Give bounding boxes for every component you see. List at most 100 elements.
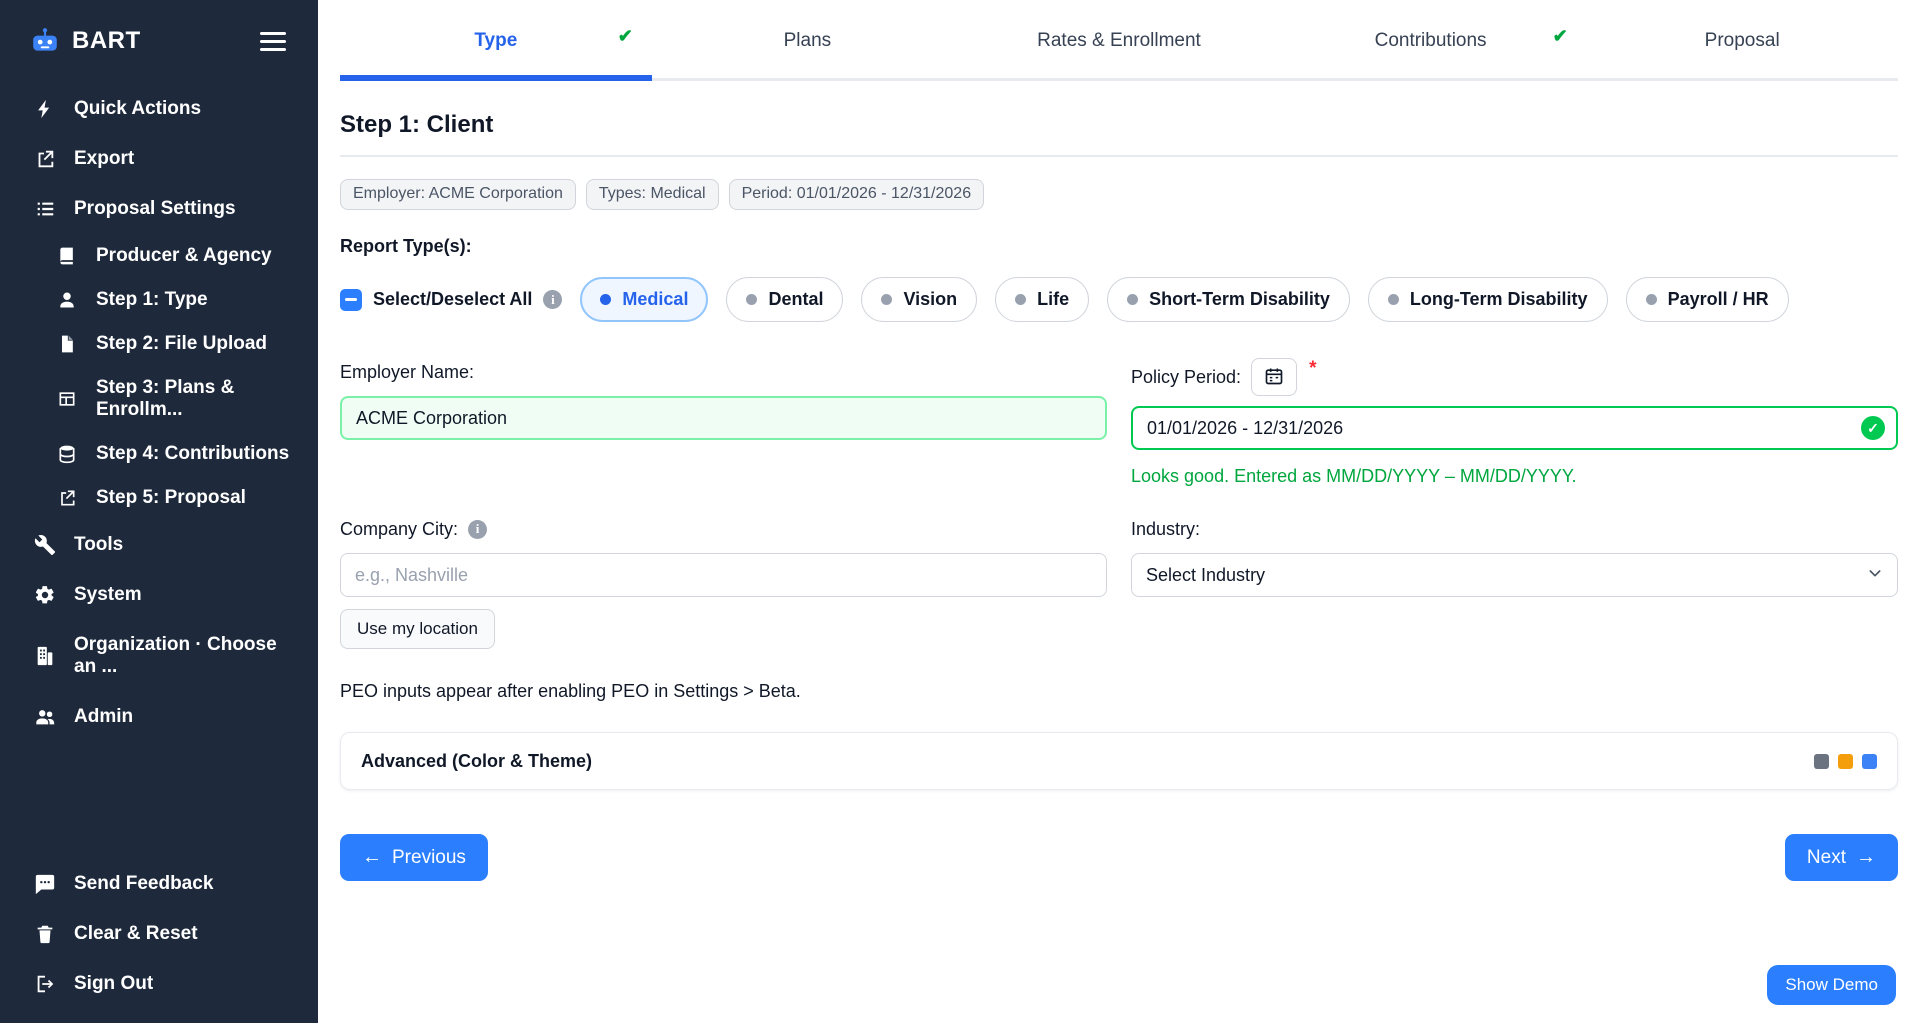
building-icon [32, 645, 58, 667]
report-type-short-term-disability[interactable]: Short-Term Disability [1107, 277, 1350, 322]
gear-icon [32, 584, 58, 606]
arrow-left-icon: ← [362, 846, 382, 869]
sidebar-footer-nav: Send Feedback Clear & Reset Sign Out [0, 859, 318, 1023]
page-title: Step 1: Client [340, 111, 1898, 139]
employer-name-field-group: Employer Name: [340, 358, 1107, 487]
previous-button-label: Previous [392, 847, 466, 869]
pill-label: Vision [903, 289, 957, 310]
pill-label: Dental [768, 289, 823, 310]
sidebar: BART Quick Actions Export Proposal Setti… [0, 0, 318, 1023]
sidebar-item-step1-type[interactable]: Step 1: Type [0, 278, 318, 322]
sidebar-item-proposal-settings[interactable]: Proposal Settings [0, 184, 318, 234]
brand-name: BART [72, 27, 141, 55]
tab-proposal[interactable]: Proposal [1586, 16, 1898, 78]
valid-check-icon: ✓ [1861, 416, 1885, 440]
industry-select[interactable]: Select Industry [1131, 553, 1898, 597]
tab-plans[interactable]: Plans [652, 16, 964, 78]
industry-field-group: Industry: Select Industry [1131, 515, 1898, 649]
policy-period-input-wrap: ✓ [1131, 406, 1898, 450]
tab-label: Contributions [1375, 30, 1487, 51]
report-type-long-term-disability[interactable]: Long-Term Disability [1368, 277, 1608, 322]
info-icon[interactable]: i [543, 290, 562, 309]
next-button-label: Next [1807, 847, 1846, 869]
sidebar-item-label: Step 1: Type [96, 289, 208, 311]
sidebar-item-export[interactable]: Export [0, 134, 318, 184]
wrench-icon [32, 534, 58, 556]
show-demo-button[interactable]: Show Demo [1767, 965, 1896, 1005]
sidebar-item-label: Organization · Choose an ... [74, 634, 302, 678]
radio-dot-icon [746, 294, 757, 305]
select-all-checkbox[interactable] [340, 289, 362, 311]
sidebar-item-label: Proposal Settings [74, 198, 236, 220]
sidebar-item-clear-reset[interactable]: Clear & Reset [0, 909, 318, 959]
sidebar-item-tools[interactable]: Tools [0, 520, 318, 570]
period-chip: Period: 01/01/2026 - 12/31/2026 [729, 179, 985, 210]
sidebar-item-step2-file-upload[interactable]: Step 2: File Upload [0, 322, 318, 366]
next-button[interactable]: Next → [1785, 834, 1898, 881]
report-type-vision[interactable]: Vision [861, 277, 977, 322]
info-icon[interactable]: i [468, 520, 487, 539]
sidebar-item-step5-proposal[interactable]: Step 5: Proposal [0, 476, 318, 520]
calendar-button[interactable] [1251, 358, 1297, 396]
report-type-payroll-hr[interactable]: Payroll / HR [1626, 277, 1789, 322]
report-type-dental[interactable]: Dental [726, 277, 843, 322]
employer-name-input[interactable] [340, 396, 1107, 440]
pill-label: Short-Term Disability [1149, 289, 1330, 310]
hamburger-menu-icon[interactable] [256, 28, 290, 55]
client-form: Employer Name: Policy Period: * ✓ [340, 358, 1898, 649]
sidebar-item-label: Quick Actions [74, 98, 201, 120]
sidebar-item-step4-contributions[interactable]: Step 4: Contributions [0, 432, 318, 476]
sidebar-item-label: Step 4: Contributions [96, 443, 289, 465]
pill-label: Payroll / HR [1668, 289, 1769, 310]
people-icon [32, 706, 58, 728]
sidebar-item-step3-plans-enrollment[interactable]: Step 3: Plans & Enrollm... [0, 366, 318, 432]
main-content: Type ✔ Plans Rates & Enrollment Contribu… [318, 0, 1920, 1023]
policy-period-input[interactable] [1131, 406, 1898, 450]
chevron-down-icon [1867, 565, 1883, 586]
sidebar-item-system[interactable]: System [0, 570, 318, 620]
sidebar-header: BART [0, 0, 318, 84]
sidebar-item-organization[interactable]: Organization · Choose an ... [0, 620, 318, 692]
sidebar-item-label: Tools [74, 534, 123, 556]
lightning-icon [32, 98, 58, 120]
app-window: BART Quick Actions Export Proposal Setti… [0, 0, 1920, 1023]
tab-contributions[interactable]: Contributions ✔ [1275, 16, 1587, 78]
tab-rates-enrollment[interactable]: Rates & Enrollment [963, 16, 1275, 78]
use-my-location-button[interactable]: Use my location [340, 609, 495, 649]
advanced-color-theme-accordion[interactable]: Advanced (Color & Theme) [340, 732, 1898, 790]
required-asterisk: * [1309, 358, 1316, 380]
sidebar-item-label: Step 3: Plans & Enrollm... [96, 377, 302, 421]
radio-dot-icon [881, 294, 892, 305]
check-icon: ✔ [1553, 26, 1568, 47]
employer-name-label: Employer Name: [340, 358, 1107, 386]
report-type-life[interactable]: Life [995, 277, 1089, 322]
sidebar-item-send-feedback[interactable]: Send Feedback [0, 859, 318, 909]
company-city-input[interactable] [340, 553, 1107, 597]
sidebar-item-label: Admin [74, 706, 133, 728]
report-type-medical[interactable]: Medical [580, 277, 708, 322]
sidebar-item-sign-out[interactable]: Sign Out [0, 959, 318, 1009]
title-divider [340, 155, 1898, 157]
blue-swatch-icon [1862, 754, 1877, 769]
pill-label: Long-Term Disability [1410, 289, 1588, 310]
file-icon [54, 334, 80, 354]
calendar-icon [1264, 366, 1284, 389]
types-chip: Types: Medical [586, 179, 719, 210]
select-all-label: Select/Deselect All [373, 289, 532, 310]
sidebar-item-label: Step 5: Proposal [96, 487, 246, 509]
select-all-group: Select/Deselect All i [340, 289, 562, 311]
policy-period-helper-text: Looks good. Entered as MM/DD/YYYY – MM/D… [1131, 466, 1898, 487]
sidebar-nav: Quick Actions Export Proposal Settings P… [0, 84, 318, 742]
sidebar-item-producer-agency[interactable]: Producer & Agency [0, 234, 318, 278]
previous-button[interactable]: ← Previous [340, 834, 488, 881]
sidebar-item-admin[interactable]: Admin [0, 692, 318, 742]
sidebar-item-quick-actions[interactable]: Quick Actions [0, 84, 318, 134]
sidebar-item-label: Sign Out [74, 973, 153, 995]
wizard-nav-buttons: ← Previous Next → [340, 834, 1898, 881]
report-types-label: Report Type(s): [340, 236, 1898, 257]
radio-dot-icon [1388, 294, 1399, 305]
tab-type[interactable]: Type ✔ [340, 16, 652, 78]
company-city-field-group: Company City: i Use my location [340, 515, 1107, 649]
tab-label: Proposal [1705, 30, 1780, 51]
sidebar-item-label: Step 2: File Upload [96, 333, 267, 355]
